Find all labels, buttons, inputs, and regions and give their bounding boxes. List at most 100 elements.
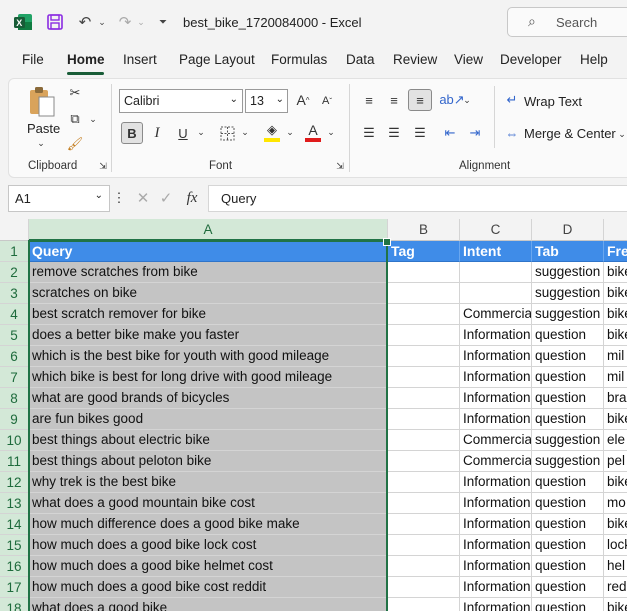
tab-file[interactable]: File [22, 52, 44, 74]
save-icon[interactable] [44, 11, 66, 33]
row-header[interactable]: 6 [0, 346, 29, 367]
row-header[interactable]: 18 [0, 598, 29, 611]
cell-a[interactable]: what does a good mountain bike cost [29, 493, 388, 514]
cell-c[interactable]: Informational [460, 535, 532, 556]
column-header-a[interactable]: A [29, 219, 388, 241]
cell-e[interactable]: ele [604, 430, 627, 451]
font-color-icon[interactable]: A [303, 121, 323, 143]
increase-font-size-icon[interactable]: A ^ [294, 90, 312, 110]
cell-d[interactable]: question [532, 556, 604, 577]
align-middle-icon[interactable]: ≡ [384, 90, 404, 110]
cell-c[interactable]: Informational [460, 493, 532, 514]
align-center-icon[interactable]: ☰ [384, 123, 404, 143]
header-cell-a[interactable]: Query [29, 241, 388, 262]
merge-center-button[interactable]: Merge & Center [524, 126, 616, 141]
cell-c[interactable]: Commercial [460, 304, 532, 325]
cell-c[interactable]: Informational [460, 514, 532, 535]
copy-dropdown-icon[interactable]: ⌄ [88, 112, 98, 126]
header-cell-d[interactable]: Tab [532, 241, 604, 262]
row-header[interactable]: 17 [0, 577, 29, 598]
cell-e[interactable]: mo [604, 493, 627, 514]
cell-b[interactable] [388, 556, 460, 577]
merge-center-icon[interactable]: ⇔ [503, 124, 521, 142]
align-bottom-icon[interactable]: ≡ [408, 89, 432, 111]
underline-button[interactable]: U [174, 123, 192, 143]
cell-b[interactable] [388, 514, 460, 535]
column-header-b[interactable]: B [388, 219, 460, 241]
cell-a[interactable]: best scratch remover for bike [29, 304, 388, 325]
decrease-font-size-icon[interactable]: Aˇ [318, 92, 336, 110]
merge-center-dropdown-icon[interactable]: ⌄ [617, 127, 627, 141]
paste-icon[interactable] [27, 86, 57, 118]
cell-e[interactable]: mil [604, 367, 627, 388]
tab-formulas[interactable]: Formulas [271, 52, 327, 74]
italic-button[interactable]: I [148, 123, 166, 143]
fill-color-icon[interactable]: ◈ [262, 121, 282, 143]
redo-icon[interactable]: ↷ [114, 11, 136, 33]
copy-icon[interactable]: ⧉ [66, 110, 84, 128]
cell-d[interactable]: question [532, 514, 604, 535]
cell-e[interactable]: bike [604, 283, 627, 304]
select-all-corner[interactable] [0, 219, 29, 241]
cell-d[interactable]: suggestion [532, 430, 604, 451]
cell-a[interactable]: how much does a good bike cost reddit [29, 577, 388, 598]
header-cell-b[interactable]: Tag [388, 241, 460, 262]
cell-e[interactable]: bike [604, 514, 627, 535]
tab-review[interactable]: Review [393, 52, 437, 74]
cell-a[interactable]: are fun bikes good [29, 409, 388, 430]
cell-a[interactable]: which is the best bike for youth with go… [29, 346, 388, 367]
cell-a[interactable]: scratches on bike [29, 283, 388, 304]
cell-c[interactable]: Informational [460, 346, 532, 367]
font-family-dropdown[interactable]: Calibri ⌄ [119, 89, 243, 113]
row-header[interactable]: 13 [0, 493, 29, 514]
font-color-dropdown-icon[interactable]: ⌄ [326, 125, 336, 139]
cell-d[interactable]: question [532, 535, 604, 556]
cell-b[interactable] [388, 325, 460, 346]
cell-a[interactable]: what does a good bike [29, 598, 388, 611]
clipboard-launcher-icon[interactable]: ⇲ [98, 161, 108, 171]
cell-d[interactable]: question [532, 493, 604, 514]
cell-e[interactable]: pel [604, 451, 627, 472]
cell-b[interactable] [388, 283, 460, 304]
cell-e[interactable]: bike [604, 409, 627, 430]
cell-c[interactable]: Informational [460, 598, 532, 611]
align-top-icon[interactable]: ≡ [359, 90, 379, 110]
cell-c[interactable]: Commercial [460, 451, 532, 472]
cell-c[interactable]: Informational [460, 388, 532, 409]
cell-c[interactable]: Commercial [460, 430, 532, 451]
fill-handle[interactable] [383, 238, 391, 246]
cell-a[interactable]: what are good brands of bicycles [29, 388, 388, 409]
cell-e[interactable]: red [604, 577, 627, 598]
row-header[interactable]: 11 [0, 451, 29, 472]
cell-e[interactable]: bike [604, 472, 627, 493]
row-header[interactable]: 15 [0, 535, 29, 556]
tab-view[interactable]: View [454, 52, 483, 74]
cell-d[interactable]: question [532, 325, 604, 346]
orientation-icon[interactable]: ab↗ [439, 90, 464, 110]
cell-d[interactable]: suggestion [532, 283, 604, 304]
fill-color-dropdown-icon[interactable]: ⌄ [285, 125, 295, 139]
cell-a[interactable]: how much difference does a good bike mak… [29, 514, 388, 535]
cell-b[interactable] [388, 577, 460, 598]
align-right-icon[interactable]: ☰ [410, 123, 430, 143]
cell-b[interactable] [388, 346, 460, 367]
cell-a[interactable]: best things about electric bike [29, 430, 388, 451]
enter-icon[interactable]: ✓ [156, 187, 176, 209]
cell-c[interactable] [460, 283, 532, 304]
cell-c[interactable]: Informational [460, 367, 532, 388]
row-header[interactable]: 7 [0, 367, 29, 388]
cell-e[interactable]: lock [604, 535, 627, 556]
font-size-dropdown[interactable]: 13 ⌄ [245, 89, 288, 113]
cell-a[interactable]: remove scratches from bike [29, 262, 388, 283]
cell-c[interactable] [460, 262, 532, 283]
decrease-indent-icon[interactable]: ⇤ [440, 123, 460, 143]
cell-b[interactable] [388, 472, 460, 493]
cell-d[interactable]: suggestion [532, 304, 604, 325]
row-header[interactable]: 12 [0, 472, 29, 493]
cell-e[interactable]: bra [604, 388, 627, 409]
header-cell-c[interactable]: Intent [460, 241, 532, 262]
search-box[interactable]: ⌕ Search [507, 7, 627, 37]
format-painter-icon[interactable]: 🖌 [66, 135, 84, 153]
cell-d[interactable]: question [532, 577, 604, 598]
cell-b[interactable] [388, 535, 460, 556]
